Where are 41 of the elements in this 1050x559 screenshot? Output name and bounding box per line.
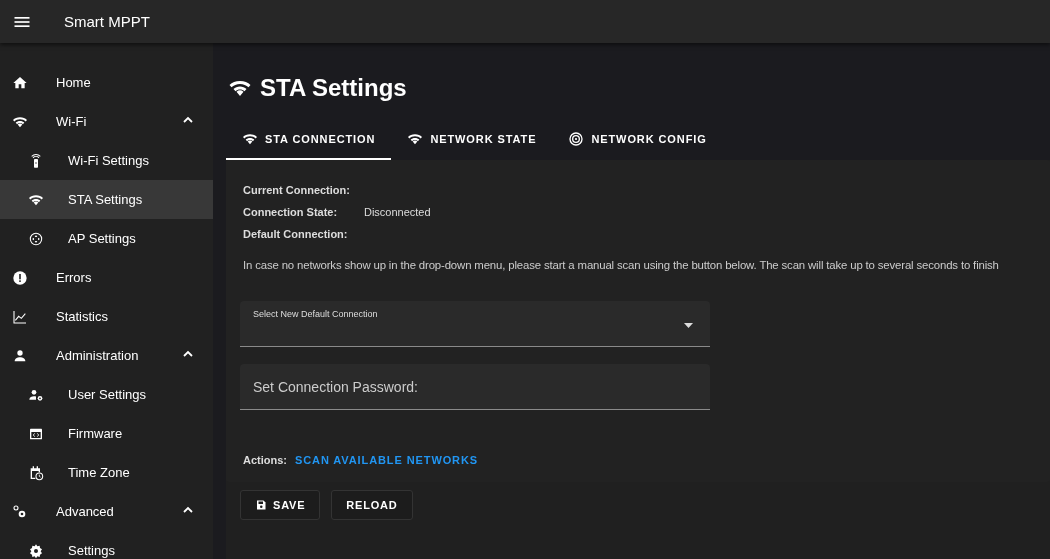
info-label: Default Connection: [243, 228, 349, 240]
tab[interactable]: NETWORK CONFIG [552, 119, 723, 160]
nav-item[interactable]: AP Settings [0, 219, 213, 258]
chevron-up-icon [183, 116, 193, 123]
save-icon [255, 499, 267, 511]
nav-item[interactable]: Statistics [0, 297, 213, 336]
nav-item[interactable]: User Settings [0, 375, 213, 414]
error-icon [12, 269, 28, 286]
nav-item[interactable]: Firmware [0, 414, 213, 453]
tab[interactable]: NETWORK STATE [391, 119, 553, 160]
dropdown-caret-icon [684, 323, 693, 328]
info-value: Disconnected [363, 206, 432, 218]
nav-item[interactable]: Administration [0, 336, 213, 375]
nav-item[interactable]: Home [0, 63, 213, 102]
reload-button[interactable]: RELOAD [331, 490, 413, 520]
access-point-icon [28, 230, 44, 247]
actions-label: Actions: [243, 454, 287, 466]
password-field[interactable]: Set Connection Password: [240, 364, 710, 410]
save-button[interactable]: SAVE [240, 490, 321, 520]
home-icon [12, 74, 28, 91]
nav-item[interactable]: Settings [0, 531, 213, 559]
nav-item[interactable]: Advanced [0, 492, 213, 531]
nav-item[interactable]: Time Zone [0, 453, 213, 492]
nav-item[interactable]: Wi-Fi [0, 102, 213, 141]
info-label: Current Connection: [243, 184, 350, 196]
page-title: STA Settings [260, 74, 407, 102]
line-chart-icon [12, 308, 28, 325]
calendar-clock-icon [28, 464, 44, 481]
app-title: Smart MPPT [64, 13, 150, 30]
nav-item[interactable]: Errors [0, 258, 213, 297]
gears-icon [12, 503, 28, 520]
chevron-up-icon [183, 350, 193, 357]
nav-item[interactable]: STA Settings [0, 180, 213, 219]
person-icon [12, 347, 28, 364]
select-field[interactable]: Select New Default Connection [240, 301, 710, 347]
chevron-up-icon [183, 506, 193, 513]
nav-item[interactable]: Wi-Fi Settings [0, 141, 213, 180]
instruction-text: In case no networks show up in the drop-down menu, please start a manual scan using the button below. The scan will take up to several seconds to finish [243, 259, 1000, 271]
info-label: Connection State: [243, 206, 339, 218]
radar-icon [568, 130, 585, 147]
scan-networks-link[interactable]: SCAN AVAILABLE NETWORKS [295, 454, 479, 466]
